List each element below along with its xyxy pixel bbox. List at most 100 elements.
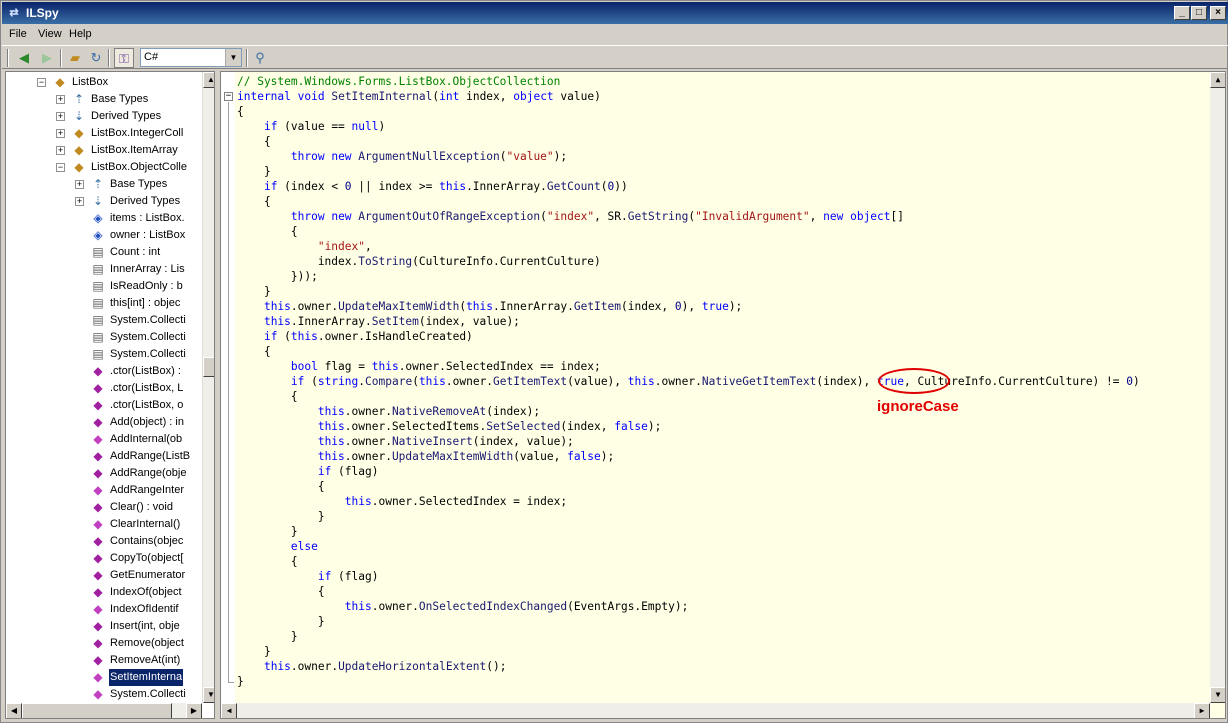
expand-icon[interactable]: + <box>56 112 65 121</box>
language-select[interactable]: C# ▼ <box>140 48 242 67</box>
code-token: ) <box>1133 375 1140 388</box>
code-token: "InvalidArgument" <box>695 210 810 223</box>
tree-item[interactable]: ▤ System.Collecti <box>6 329 202 346</box>
scroll-right-icon[interactable]: ▶ <box>186 703 202 718</box>
tree-item[interactable]: + ◆ ListBox.IntegerColl <box>6 125 202 142</box>
code-editor[interactable]: − // System.Windows.Forms.ListBox.Object… <box>220 71 1226 719</box>
tree-item[interactable]: ◆ SetItemInterna <box>6 669 202 686</box>
tree-item[interactable]: ◆ GetEnumerator <box>6 567 202 584</box>
collapse-icon[interactable]: − <box>56 163 65 172</box>
tree-item[interactable]: − ◆ ListBox <box>6 74 202 91</box>
code-token: GetCount <box>546 180 601 193</box>
tree-item[interactable]: + ⇣ Derived Types <box>6 108 202 125</box>
code-token: { <box>237 105 244 118</box>
close-button[interactable]: × <box>1210 6 1226 20</box>
tree-item[interactable]: ◈ items : ListBox. <box>6 210 202 227</box>
minimize-button[interactable]: _ <box>1174 6 1190 20</box>
menu-file[interactable]: File <box>9 27 27 41</box>
tree-item[interactable]: ◆ Add(object) : in <box>6 414 202 431</box>
tree-item[interactable]: ◆ Insert(int, obje <box>6 618 202 635</box>
tree-item[interactable]: ▤ this[int] : objec <box>6 295 202 312</box>
reload-icon[interactable]: ↻ <box>86 48 106 68</box>
code-token: (value == <box>277 120 352 133</box>
maximize-button[interactable]: □ <box>1191 6 1207 20</box>
tree-item[interactable]: ◆ Clear() : void <box>6 499 202 516</box>
show-internal-icon[interactable]: ⚿ <box>114 48 134 68</box>
open-folder-icon[interactable]: ▰ <box>65 48 85 68</box>
expand-icon[interactable]: + <box>56 95 65 104</box>
code-token: internal <box>237 90 291 103</box>
code-token: { <box>237 390 298 403</box>
code-horizontal-scrollbar[interactable]: ◀ ▶ <box>221 703 1210 718</box>
scroll-left-icon[interactable]: ◀ <box>6 703 22 718</box>
tree-item[interactable]: ◆ .ctor(ListBox, o <box>6 397 202 414</box>
back-icon[interactable]: ◀ <box>14 48 34 68</box>
tree-item[interactable]: ▤ System.Collecti <box>6 312 202 329</box>
tree-item[interactable]: ◆ .ctor(ListBox, L <box>6 380 202 397</box>
code-token: "value" <box>506 150 554 163</box>
tree-item[interactable]: − ◆ ListBox.ObjectColle <box>6 159 202 176</box>
tree-vertical-scrollbar[interactable]: ▲ ▼ <box>202 72 214 703</box>
code-line: } <box>237 629 298 644</box>
scroll-left-icon[interactable]: ◀ <box>221 703 237 718</box>
code-token: GetString <box>627 210 689 223</box>
tree-horizontal-scrollbar[interactable]: ◀ ▶ <box>6 703 202 718</box>
code-token: (index, <box>621 300 675 313</box>
tree-item[interactable]: ▤ Count : int <box>6 244 202 261</box>
tree-item[interactable]: ◆ ClearInternal() <box>6 516 202 533</box>
menu-view[interactable]: View <box>38 27 62 41</box>
scroll-down-icon[interactable]: ▼ <box>1210 687 1225 703</box>
tree-item[interactable]: + ⇣ Derived Types <box>6 193 202 210</box>
fold-gutter: − <box>221 72 235 703</box>
scroll-down-icon[interactable]: ▼ <box>203 687 214 703</box>
code-line: index.ToString(CultureInfo.CurrentCultur… <box>237 254 601 269</box>
tree-item[interactable]: ◆ AddRange(obje <box>6 465 202 482</box>
tree-item[interactable]: ◆ Contains(objec <box>6 533 202 550</box>
tree-item[interactable]: ◆ AddRangeInter <box>6 482 202 499</box>
scroll-thumb[interactable] <box>203 357 214 377</box>
tree-item[interactable]: ◆ IndexOf(object <box>6 584 202 601</box>
tree-item[interactable]: ◈ owner : ListBox <box>6 227 202 244</box>
menu-help[interactable]: Help <box>69 27 92 41</box>
tree-item[interactable]: ◆ AddRange(ListB <box>6 448 202 465</box>
code-token: .InnerArray. <box>290 315 372 328</box>
tree-item[interactable]: + ⇡ Base Types <box>6 91 202 108</box>
code-token: } <box>237 615 325 628</box>
property-icon: ▤ <box>92 296 104 310</box>
code-vertical-scrollbar[interactable]: ▲ ▼ <box>1210 72 1225 703</box>
code-token: this <box>466 300 494 313</box>
forward-icon[interactable]: ▶ <box>37 48 57 68</box>
chevron-down-icon[interactable]: ▼ <box>225 49 241 66</box>
expand-icon[interactable]: + <box>75 197 84 206</box>
tree-item[interactable]: ◆ .ctor(ListBox) : <box>6 363 202 380</box>
tree-item[interactable]: ▤ InnerArray : Lis <box>6 261 202 278</box>
scroll-up-icon[interactable]: ▲ <box>203 72 214 88</box>
toolbar: ◀ ▶ ▰ ↻ ⚿ C# ▼ ⚲ <box>2 45 1228 69</box>
tree-item[interactable]: + ⇡ Base Types <box>6 176 202 193</box>
tree-item[interactable]: + ◆ ListBox.ItemArray <box>6 142 202 159</box>
tree-item[interactable]: ▤ IsReadOnly : b <box>6 278 202 295</box>
tree-item[interactable]: ▤ System.Collecti <box>6 346 202 363</box>
tree-item[interactable]: ◆ AddInternal(ob <box>6 431 202 448</box>
code-token: bool <box>290 360 318 373</box>
code-line: })); <box>237 269 318 284</box>
code-token: new <box>331 150 352 163</box>
tree-item[interactable]: ◆ IndexOfIdentif <box>6 601 202 618</box>
tree-item[interactable]: ◆ Remove(object <box>6 635 202 652</box>
tree-item[interactable]: ◆ CopyTo(object[ <box>6 550 202 567</box>
base-types-icon: ⇡ <box>92 177 104 191</box>
expand-icon[interactable]: + <box>56 129 65 138</box>
code-token: .owner. <box>344 435 392 448</box>
scroll-thumb[interactable] <box>22 703 172 718</box>
tree-item[interactable]: ◆ System.Collecti <box>6 686 202 703</box>
search-icon[interactable]: ⚲ <box>250 48 270 68</box>
collapse-icon[interactable]: − <box>37 78 46 87</box>
expand-icon[interactable]: + <box>75 180 84 189</box>
collapse-icon[interactable]: − <box>224 92 233 101</box>
expand-icon[interactable]: + <box>56 146 65 155</box>
scroll-up-icon[interactable]: ▲ <box>1210 72 1225 88</box>
scroll-right-icon[interactable]: ▶ <box>1194 703 1210 718</box>
tree-item[interactable]: ◆ RemoveAt(int) <box>6 652 202 669</box>
